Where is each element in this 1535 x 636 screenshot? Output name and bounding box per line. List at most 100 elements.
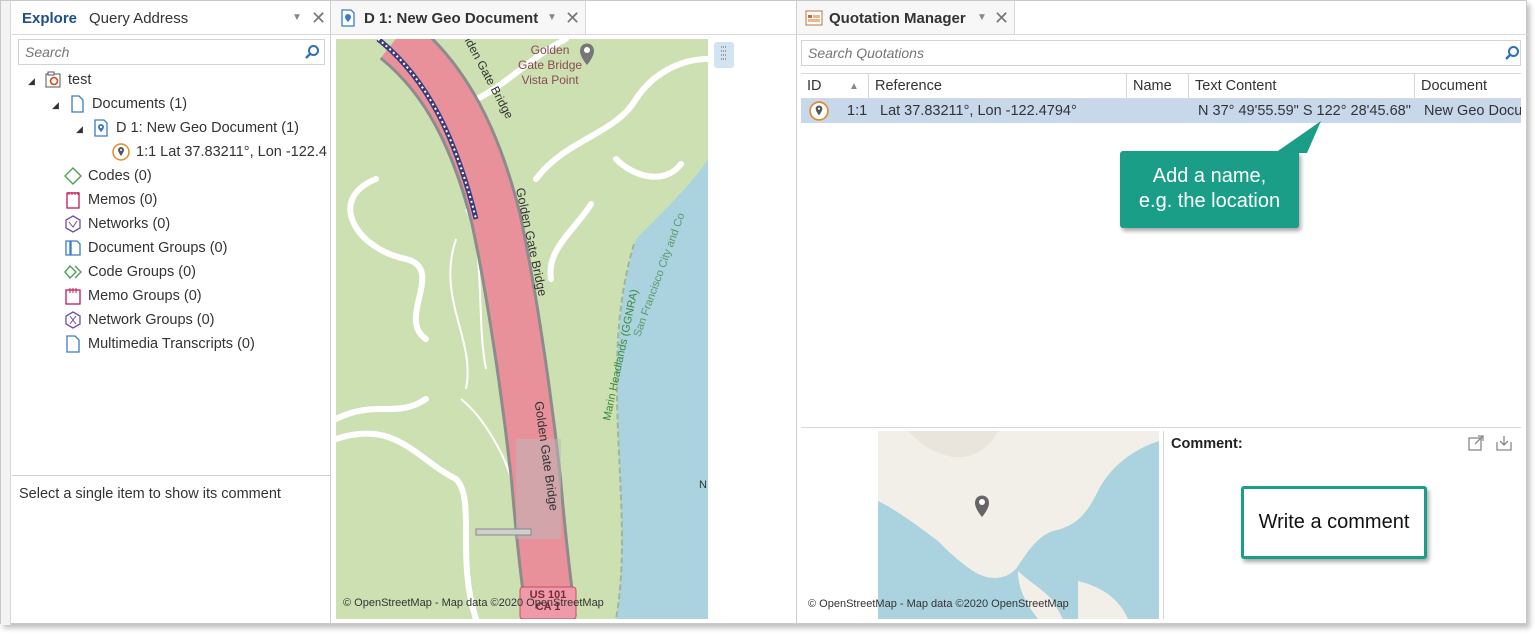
document-icon [71,95,84,113]
tree-item-document-groups[interactable]: Document Groups (0) [64,236,227,260]
memo-group-icon [65,288,81,305]
comment-label: Comment: [1171,436,1243,452]
geo-quotation-icon [809,101,829,121]
collapse-icon[interactable]: ◢ [76,117,88,141]
tree-label: Multimedia Transcripts (0) [88,336,255,352]
map-options-icon [721,46,727,60]
callout-add-name: Add a name, e.g. the location [1120,151,1299,228]
column-header-name[interactable]: Name [1127,74,1189,99]
tree-label: Documents (1) [92,96,188,112]
explore-search-box [18,39,325,65]
code-icon [64,167,82,186]
tree-item-quotation[interactable]: 1:1 Lat 37.83211°, Lon -122.4 [112,140,330,164]
cell-document: New Geo Docu [1424,103,1521,119]
tree-item-geo-document[interactable]: ◢ D 1: New Geo Document (1) [76,116,299,140]
poi-label: Golden Gate Bridge Vista Point [518,43,583,87]
splitter[interactable] [801,427,1521,428]
comment-splitter [1163,431,1164,619]
quotation-search-box [801,40,1521,66]
column-header-text-content[interactable]: Text Content [1189,74,1415,99]
quotation-search-input[interactable] [802,41,1520,65]
map-canvas [336,39,708,619]
close-icon[interactable]: ✕ [994,9,1009,27]
explore-search-input[interactable] [19,40,324,64]
tree-label: Document Groups (0) [88,240,228,256]
save-comment-icon[interactable] [1495,434,1513,452]
quotation-manager-pane: Quotation Manager ▼ ✕ ID ▲ Reference Nam… [797,1,1528,625]
left-edge-strip [1,1,11,625]
map-attribution: © OpenStreetMap - Map data ©2020 OpenStr… [343,597,604,609]
tree-label: 1:1 Lat 37.83211°, Lon -122.4 [136,144,327,160]
network-group-icon [65,311,81,329]
collapse-icon[interactable]: ◢ [28,69,40,93]
tree-item-code-groups[interactable]: Code Groups (0) [64,260,196,284]
tab-strip-line [1015,34,1528,35]
callout-write-comment: Write a comment [1241,486,1427,559]
map-edge-label: N [699,479,707,491]
geo-map-view[interactable]: Golden Gate Bridge Vista Point lden Gate… [336,39,708,619]
explore-pane-header: Explore Query Address ▼ ✕ [12,1,330,35]
tree-label: Memos (0) [88,192,158,208]
tree-item-multimedia-transcripts[interactable]: Multimedia Transcripts (0) [64,332,255,356]
geo-quotation-icon [112,143,130,161]
quotation-preview-map[interactable] [878,431,1159,619]
geo-document-icon [341,9,355,27]
cell-name[interactable] [1127,99,1189,123]
close-icon[interactable]: ✕ [565,9,580,27]
column-header-id[interactable]: ID ▲ [801,74,869,99]
tree-item-project[interactable]: ◢ test [28,68,91,92]
table-row[interactable]: 1:1 Lat 37.83211°, Lon -122.4794° N 37° … [801,99,1521,123]
tree-label: Networks (0) [88,216,171,232]
quotation-manager-tab[interactable]: Quotation Manager ▼ ✕ [797,1,1015,35]
tab-menu-dropdown-icon[interactable]: ▼ [547,12,557,23]
tree-item-documents[interactable]: ◢ Documents (1) [52,92,187,116]
cell-reference: Lat 37.83211°, Lon -122.4794° [880,103,1077,119]
search-icon[interactable] [304,44,320,60]
application-window: Explore Query Address ▼ ✕ ◢ test ◢ Docum… [0,0,1528,625]
geo-document-pane: D 1: New Geo Document ▼ ✕ Golden Gate Br… [331,1,797,625]
search-icon[interactable] [1504,45,1520,61]
tree-label: test [68,72,92,88]
code-group-icon [64,265,82,280]
quotation-manager-icon [805,10,823,26]
collapse-icon[interactable]: ◢ [52,93,64,117]
tree-item-memos[interactable]: Memos (0) [64,188,157,212]
tree-item-codes[interactable]: Codes (0) [64,164,152,188]
document-group-icon [65,240,81,256]
map-toolbar-button[interactable] [714,42,734,68]
column-header-document[interactable]: Document [1415,74,1521,99]
tab-menu-dropdown-icon[interactable]: ▼ [977,12,987,23]
preview-map-attribution: © OpenStreetMap - Map data ©2020 OpenStr… [808,598,1069,610]
comment-hint: Select a single item to show its comment [19,486,281,502]
tree-label: Network Groups (0) [88,312,215,328]
column-header-reference[interactable]: Reference [869,74,1127,99]
tab-query-address[interactable]: Query Address [89,10,188,27]
quotation-grid-header: ID ▲ Reference Name Text Content Documen… [801,73,1521,99]
explore-comment-area: Select a single item to show its comment [12,475,330,625]
explore-pane: Explore Query Address ▼ ✕ ◢ test ◢ Docum… [12,1,331,625]
tab-explore[interactable]: Explore [22,10,77,27]
preview-map-canvas [878,431,1159,619]
geo-document-icon [94,119,108,137]
callout-pointer [1275,121,1321,153]
tree-label: D 1: New Geo Document (1) [116,120,299,136]
tree-item-memo-groups[interactable]: Memo Groups (0) [64,284,202,308]
quotation-manager-title: Quotation Manager [829,10,966,27]
geo-document-tab-label: D 1: New Geo Document [364,10,539,27]
cell-id: 1:1 [847,103,868,119]
network-icon [65,215,81,233]
memo-icon [66,192,80,209]
tree-label: Memo Groups (0) [88,288,202,304]
geo-document-tab[interactable]: D 1: New Geo Document ▼ ✕ [331,1,586,35]
pane-menu-dropdown-icon[interactable]: ▼ [292,12,302,23]
sort-ascending-icon: ▲ [849,81,859,92]
open-external-icon[interactable] [1467,434,1485,452]
tree-label: Codes (0) [88,168,152,184]
transcript-icon [66,335,80,353]
tab-strip-line [586,34,797,35]
tree-label: Code Groups (0) [88,264,196,280]
close-icon[interactable]: ✕ [311,9,326,27]
project-icon [45,71,61,88]
tree-item-network-groups[interactable]: Network Groups (0) [64,308,215,332]
tree-item-networks[interactable]: Networks (0) [64,212,170,236]
